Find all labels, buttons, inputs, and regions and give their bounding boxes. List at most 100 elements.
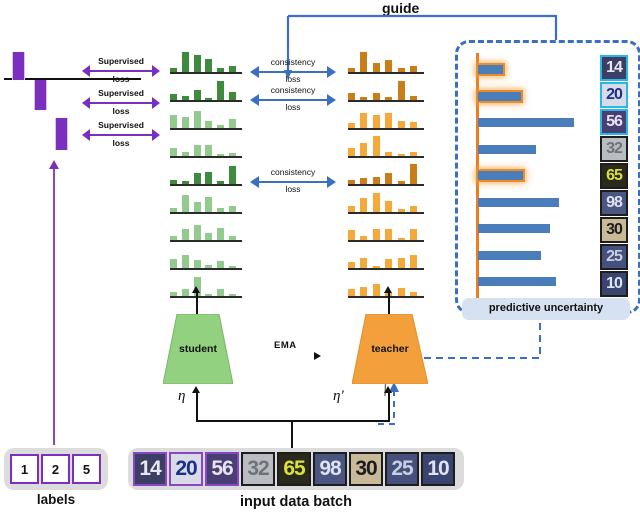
histogram-baseline [348,100,424,102]
histogram-bar [193,259,201,269]
histogram-bar [181,117,189,129]
histogram-bar [181,96,189,101]
histogram-bar [348,180,355,185]
histogram-bar [397,68,405,73]
histogram-bar [217,181,225,185]
histogram-bar [410,291,417,297]
histogram-bar [348,147,355,157]
digit-thumbnail: 32 [241,452,275,486]
student-net[interactable]: student [163,314,233,384]
supervised-loss-line2: loss [112,74,130,84]
histogram-bar [229,119,236,129]
digit-thumbnail-text: 98 [606,194,623,211]
histogram-bar [217,260,225,269]
histogram-bar [348,92,355,101]
uncertainty-bar [478,277,557,286]
histogram-bar [372,62,380,73]
histogram-bar [181,180,189,185]
supervised-loss-line1: Supervised [98,88,144,98]
histogram-baseline [170,268,242,270]
histogram-bar [193,89,201,101]
histogram-baseline [348,212,424,214]
ema-arrow-icon [314,352,321,360]
histogram-bar [397,154,405,157]
digit-thumbnail-text: 98 [319,457,341,480]
label-bar-3 [55,118,68,150]
digit-thumbnail-text: 20 [606,86,623,103]
histogram-bar [170,114,177,129]
prediction-histogram-row [170,106,242,130]
supervised-loss-line1: Supervised [98,120,144,130]
prediction-histogram-row [170,134,242,158]
histogram-bar [410,122,417,129]
histogram-bar [397,238,405,241]
histogram-bar [372,229,380,241]
digit-thumbnail: 25 [385,452,419,486]
digit-thumbnail-text: 25 [391,457,413,480]
histogram-bar [348,230,355,241]
histogram-baseline [348,268,424,270]
histogram-bar [181,151,189,157]
histogram-bar [170,236,177,241]
digit-thumbnail: 30 [600,217,628,243]
teacher-noise-symbol: η′ [333,388,344,404]
histogram-bar [181,194,189,213]
batch-feed-line [291,420,293,450]
histogram-bar [205,145,213,157]
histogram-baseline [170,212,242,214]
histogram-bar [348,67,355,73]
net-input-line-student [196,392,198,420]
consistency-loss-line2: loss [285,74,301,84]
histogram-bar [170,292,177,297]
input-batch-caption: input data batch [240,494,352,510]
net-input-line-teacher [388,392,390,420]
histogram-bar [193,111,201,129]
label-bar-2 [34,80,47,110]
histogram-bar [170,67,177,73]
histogram-bar [397,258,405,269]
histogram-baseline [170,100,242,102]
histogram-bar [181,51,189,73]
histogram-bar [193,202,201,213]
histogram-baseline [348,240,424,242]
digit-thumbnail: 20 [169,452,203,486]
histogram-bar [170,94,177,101]
label-cell: 2 [41,454,70,484]
histogram-baseline [348,296,424,298]
teacher-net[interactable]: teacher [352,314,428,384]
teacher-prediction-histograms [348,50,430,300]
histogram-baseline [170,72,242,74]
uncertainty-bar [478,250,541,260]
digit-thumbnail-text: 10 [606,275,623,292]
histogram-bar [193,172,201,185]
digit-thumbnail-text: 30 [606,221,623,238]
histogram-baseline [170,240,242,242]
student-label: student [179,343,217,355]
prediction-histogram-row [348,190,424,214]
supervised-loss-arrow-2: Supervised loss [82,88,160,116]
histogram-bar [217,227,225,241]
student-output-arrow [192,286,200,293]
histogram-bar [385,113,393,129]
prediction-histogram-row [348,218,424,242]
histogram-bar [410,229,417,241]
digit-thumbnail: 32 [600,136,628,162]
histogram-bar [229,205,236,213]
consistency-loss-line1: consistency [270,167,316,177]
histogram-baseline [170,296,242,298]
histogram-bar [385,258,393,269]
histogram-bar [372,136,380,157]
digit-thumbnail: 65 [600,163,628,189]
prediction-histogram-row [170,162,242,186]
predictive-uncertainty-panel: 14 20 56 32 65 98 30 25 10 [455,40,640,314]
digit-thumbnail: 14 [133,452,167,486]
histogram-bar [372,115,380,129]
prediction-histogram-row [170,274,242,298]
histogram-bar [205,58,213,73]
digit-thumbnail-text: 30 [355,457,377,480]
histogram-bar [217,81,225,101]
histogram-bar [410,164,417,185]
prediction-histogram-row [348,106,424,130]
digit-thumbnail-text: 10 [427,457,449,480]
histogram-bar [360,258,368,269]
